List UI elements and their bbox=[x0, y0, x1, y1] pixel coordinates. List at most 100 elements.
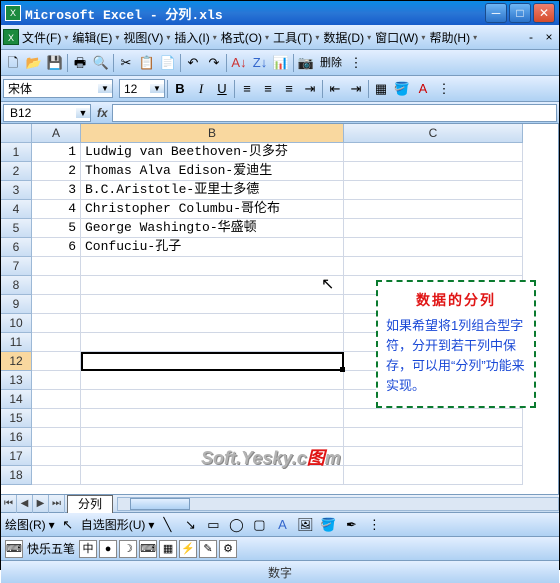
row-header[interactable]: 8 bbox=[1, 276, 32, 295]
cell[interactable] bbox=[344, 219, 523, 238]
fx-icon[interactable]: fx bbox=[97, 106, 108, 120]
redo-button[interactable]: ↷ bbox=[204, 53, 224, 73]
cell[interactable]: George Washingto-华盛顿 bbox=[81, 219, 344, 238]
cut-button[interactable]: ✂ bbox=[116, 53, 136, 73]
chevron-down-icon[interactable]: ▼ bbox=[76, 108, 90, 118]
camera-button[interactable]: 📷 bbox=[296, 53, 316, 73]
cell[interactable]: 5 bbox=[32, 219, 81, 238]
col-header[interactable]: A bbox=[32, 124, 81, 143]
undo-button[interactable]: ↶ bbox=[183, 53, 203, 73]
menu-format[interactable]: 格式(O) bbox=[218, 27, 265, 48]
tab-first-button[interactable]: ⏮ bbox=[1, 495, 17, 513]
row-header[interactable]: 13 bbox=[1, 371, 32, 390]
menu-view[interactable]: 视图(V) bbox=[120, 27, 166, 48]
row-header[interactable]: 15 bbox=[1, 409, 32, 428]
tab-prev-button[interactable]: ◀ bbox=[17, 495, 33, 513]
cell[interactable]: B.C.Aristotle-亚里士多德 bbox=[81, 181, 344, 200]
menu-edit[interactable]: 编辑(E) bbox=[69, 27, 115, 48]
col-header[interactable]: C bbox=[344, 124, 523, 143]
open-button[interactable]: 📂 bbox=[24, 53, 44, 73]
cell[interactable] bbox=[81, 314, 344, 333]
row-header[interactable]: 1 bbox=[1, 143, 32, 162]
rect-button[interactable]: ▭ bbox=[203, 515, 223, 535]
indent-inc-button[interactable]: ⇥ bbox=[346, 79, 366, 99]
cell[interactable] bbox=[81, 447, 344, 466]
autoshapes-menu[interactable]: 自选图形(U) bbox=[81, 516, 146, 533]
ime-btn7[interactable]: ✎ bbox=[199, 540, 217, 558]
line-button[interactable]: ╲ bbox=[157, 515, 177, 535]
tab-last-button[interactable]: ⏭ bbox=[49, 495, 65, 513]
align-right-button[interactable]: ≡ bbox=[279, 79, 299, 99]
row-header[interactable]: 14 bbox=[1, 390, 32, 409]
row-header[interactable]: 12 bbox=[1, 352, 32, 371]
row-header[interactable]: 10 bbox=[1, 314, 32, 333]
cell[interactable] bbox=[344, 409, 523, 428]
cell[interactable] bbox=[344, 200, 523, 219]
borders-button[interactable]: ▦ bbox=[371, 79, 391, 99]
ime-btn8[interactable]: ⚙ bbox=[219, 540, 237, 558]
cell[interactable] bbox=[32, 428, 81, 447]
cell[interactable] bbox=[81, 390, 344, 409]
cell[interactable] bbox=[32, 466, 81, 485]
scroll-thumb[interactable] bbox=[130, 498, 190, 510]
cell[interactable] bbox=[81, 276, 344, 295]
font-combo[interactable]: 宋体▼ bbox=[3, 79, 113, 98]
cell[interactable] bbox=[81, 466, 344, 485]
chevron-down-icon[interactable]: ▼ bbox=[150, 84, 164, 93]
fill-color-button[interactable]: 🪣 bbox=[392, 79, 412, 99]
cell[interactable]: Confuciu-孔子 bbox=[81, 238, 344, 257]
print-button[interactable]: 🖶 bbox=[70, 53, 90, 73]
name-box[interactable]: B12 ▼ bbox=[3, 104, 91, 122]
menu-window[interactable]: 窗口(W) bbox=[372, 27, 421, 48]
cell[interactable]: Christopher Columbu-哥伦布 bbox=[81, 200, 344, 219]
save-button[interactable]: 💾 bbox=[45, 53, 65, 73]
preview-button[interactable]: 🔍 bbox=[91, 53, 111, 73]
copy-button[interactable]: 📋 bbox=[137, 53, 157, 73]
menu-help[interactable]: 帮助(H) bbox=[426, 27, 473, 48]
paste-button[interactable]: 📄 bbox=[158, 53, 178, 73]
textbox-button[interactable]: ▢ bbox=[249, 515, 269, 535]
row-header[interactable]: 3 bbox=[1, 181, 32, 200]
cell[interactable] bbox=[344, 257, 523, 276]
cell[interactable] bbox=[344, 238, 523, 257]
options-button[interactable]: ⋮ bbox=[364, 515, 384, 535]
italic-button[interactable]: I bbox=[191, 79, 211, 99]
size-combo[interactable]: 12▼ bbox=[119, 79, 165, 98]
cell[interactable] bbox=[81, 428, 344, 447]
cell[interactable] bbox=[81, 257, 344, 276]
tab-next-button[interactable]: ▶ bbox=[33, 495, 49, 513]
hscrollbar[interactable] bbox=[117, 497, 559, 511]
close-button[interactable]: ✕ bbox=[533, 3, 555, 23]
cell[interactable] bbox=[32, 447, 81, 466]
cell[interactable] bbox=[32, 390, 81, 409]
menu-tools[interactable]: 工具(T) bbox=[270, 27, 315, 48]
ime-btn6[interactable]: ⚡ bbox=[179, 540, 197, 558]
row-header[interactable]: 18 bbox=[1, 466, 32, 485]
oval-button[interactable]: ◯ bbox=[226, 515, 246, 535]
merge-button[interactable]: ⇥ bbox=[300, 79, 320, 99]
cell[interactable] bbox=[81, 371, 344, 390]
indent-dec-button[interactable]: ⇤ bbox=[325, 79, 345, 99]
formula-input[interactable] bbox=[112, 104, 557, 122]
row-header[interactable]: 2 bbox=[1, 162, 32, 181]
cell[interactable] bbox=[32, 409, 81, 428]
cell[interactable] bbox=[344, 428, 523, 447]
ime-btn1[interactable]: 中 bbox=[79, 540, 97, 558]
menu-insert[interactable]: 插入(I) bbox=[171, 27, 212, 48]
options-button[interactable]: ⋮ bbox=[434, 79, 454, 99]
align-center-button[interactable]: ≡ bbox=[258, 79, 278, 99]
cell[interactable]: Thomas Alva Edison-爱迪生 bbox=[81, 162, 344, 181]
row-header[interactable]: 7 bbox=[1, 257, 32, 276]
draw-menu[interactable]: 绘图(R) bbox=[5, 516, 46, 533]
row-header[interactable]: 17 bbox=[1, 447, 32, 466]
cell[interactable] bbox=[32, 295, 81, 314]
bold-button[interactable]: B bbox=[170, 79, 190, 99]
maximize-button[interactable]: □ bbox=[509, 3, 531, 23]
cell[interactable] bbox=[81, 409, 344, 428]
arrow-button[interactable]: ↘ bbox=[180, 515, 200, 535]
cell[interactable]: Ludwig van Beethoven-贝多芬 bbox=[81, 143, 344, 162]
cell[interactable] bbox=[344, 181, 523, 200]
cell[interactable] bbox=[344, 447, 523, 466]
line-color-button[interactable]: ✒ bbox=[341, 515, 361, 535]
options-button[interactable]: ⋮ bbox=[346, 53, 366, 73]
